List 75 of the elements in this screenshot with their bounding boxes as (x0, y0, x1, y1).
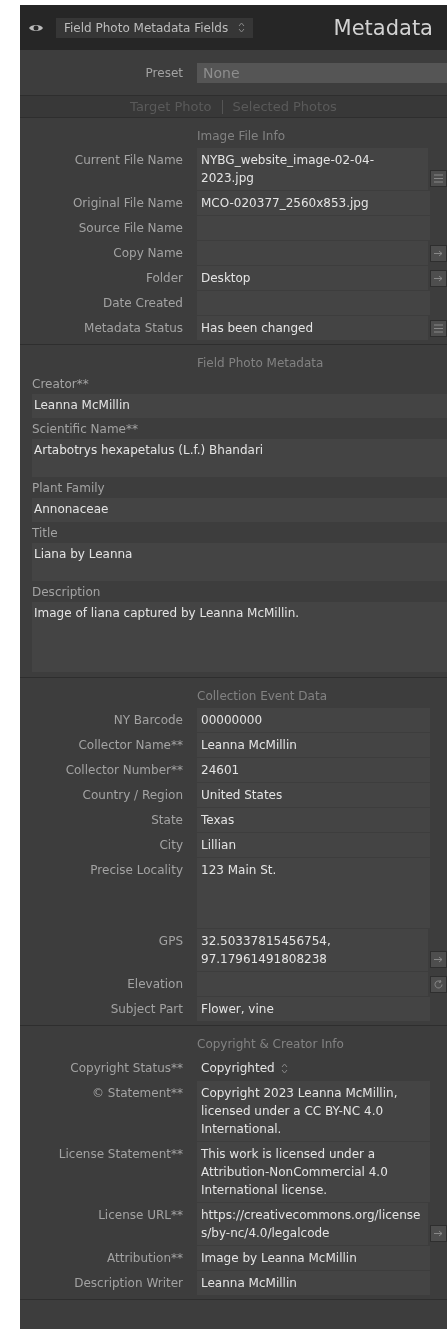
field-label: Subject Part (109, 1001, 184, 1018)
value-field[interactable]: Desktop (197, 266, 428, 290)
go-button[interactable] (430, 951, 447, 968)
refresh-button[interactable] (430, 976, 447, 993)
list-button[interactable] (430, 320, 447, 337)
value-field[interactable]: Leanna McMillin (197, 733, 430, 757)
list-button[interactable] (430, 170, 447, 187)
value-field[interactable]: Leanna McMillin (197, 1271, 430, 1295)
value-field[interactable]: Lillian (197, 833, 430, 857)
field-label: City (158, 837, 184, 854)
field-label: Metadata Status (83, 320, 184, 337)
value-field[interactable]: Liana by Leanna (32, 543, 447, 581)
arrow-icon (434, 275, 443, 282)
go-button[interactable] (430, 245, 447, 262)
value-field[interactable]: Has been changed (197, 316, 428, 340)
value-field[interactable]: 32.50337815456754, 97.17961491808238 (197, 929, 428, 971)
field-label: Scientific Name** (32, 421, 139, 438)
arrow-icon (434, 1230, 443, 1237)
value-field[interactable]: Copyright 2023 Leanna McMillin, licensed under a CC BY-NC 4.0 International. (197, 1081, 430, 1141)
value-field[interactable]: Leanna McMillin (32, 394, 447, 418)
field-label: Original File Name (71, 195, 184, 212)
go-button[interactable] (430, 1225, 447, 1242)
arrow-icon (434, 250, 443, 257)
value-field[interactable]: 123 Main St. (197, 858, 430, 928)
field-label: Country / Region (81, 787, 184, 804)
value-field[interactable]: 24601 (197, 758, 430, 782)
refresh-icon (434, 980, 443, 989)
field-label: State (150, 812, 184, 829)
field-label: Title (32, 525, 59, 542)
field-label: Description (32, 584, 102, 601)
panel-title: Metadata (333, 15, 433, 40)
field-label: Copy Name (112, 245, 184, 262)
value-field[interactable]: https://creativecommons.org/licenses/by-nc/4.0/legalcode (197, 1203, 428, 1245)
value-field[interactable]: NYBG_website_image-02-04-2023.jpg (197, 148, 428, 190)
preset-label: Preset (144, 64, 184, 82)
updown-icon (280, 1062, 288, 1074)
field-label: Elevation (126, 976, 184, 993)
field-label: Copyright Status** (69, 1060, 184, 1077)
value-field[interactable]: MCO-020377_2560x853.jpg (197, 191, 430, 215)
value-field[interactable]: 00000000 (197, 708, 430, 732)
value-field[interactable]: Annonaceae (32, 498, 447, 522)
list-icon (434, 324, 443, 333)
field-label: Precise Locality (89, 862, 184, 879)
value-field[interactable]: Image by Leanna McMillin (197, 1246, 430, 1270)
field-label: © Statement** (91, 1085, 184, 1102)
value-field[interactable]: United States (197, 783, 430, 807)
value-field[interactable]: This work is licensed under a Attribution-NonCommercial 4.0 International license. (197, 1142, 430, 1202)
value-field[interactable]: Artabotrys hexapetalus (L.f.) Bhandari (32, 439, 447, 477)
field-label: Date Created (102, 295, 184, 312)
field-label: Description Writer (73, 1275, 184, 1292)
field-label: Attribution** (106, 1250, 184, 1267)
value-field[interactable]: Flower, vine (197, 997, 430, 1021)
field-label: Folder (144, 270, 184, 287)
field-label: GPS (157, 933, 184, 950)
go-button[interactable] (430, 270, 447, 287)
field-label: License Statement** (57, 1146, 184, 1163)
field-label: License URL** (97, 1207, 184, 1224)
field-label: Collector Name** (77, 737, 184, 754)
panel-selector[interactable]: Field Photo Metadata Fields (56, 17, 254, 38)
status-popup[interactable]: Copyrighted (197, 1056, 447, 1080)
field-label: Creator** (32, 376, 90, 393)
field-label: NY Barcode (112, 712, 184, 729)
field-label: Plant Family (32, 480, 106, 497)
list-icon (434, 174, 443, 183)
field-label: Collector Number** (64, 762, 184, 779)
updown-icon (238, 22, 246, 33)
field-label: Source File Name (77, 220, 184, 237)
value-field[interactable]: Texas (197, 808, 430, 832)
section-title: Copyright & Creator Info (197, 1036, 345, 1053)
section-title: Image File Info (197, 128, 286, 145)
section-title: Collection Event Data (197, 688, 328, 705)
section-title: Field Photo Metadata (197, 355, 325, 372)
field-label: Current File Name (73, 152, 184, 169)
value-field[interactable]: Image of liana captured by Leanna McMillin. (32, 602, 447, 672)
arrow-icon (434, 956, 443, 963)
